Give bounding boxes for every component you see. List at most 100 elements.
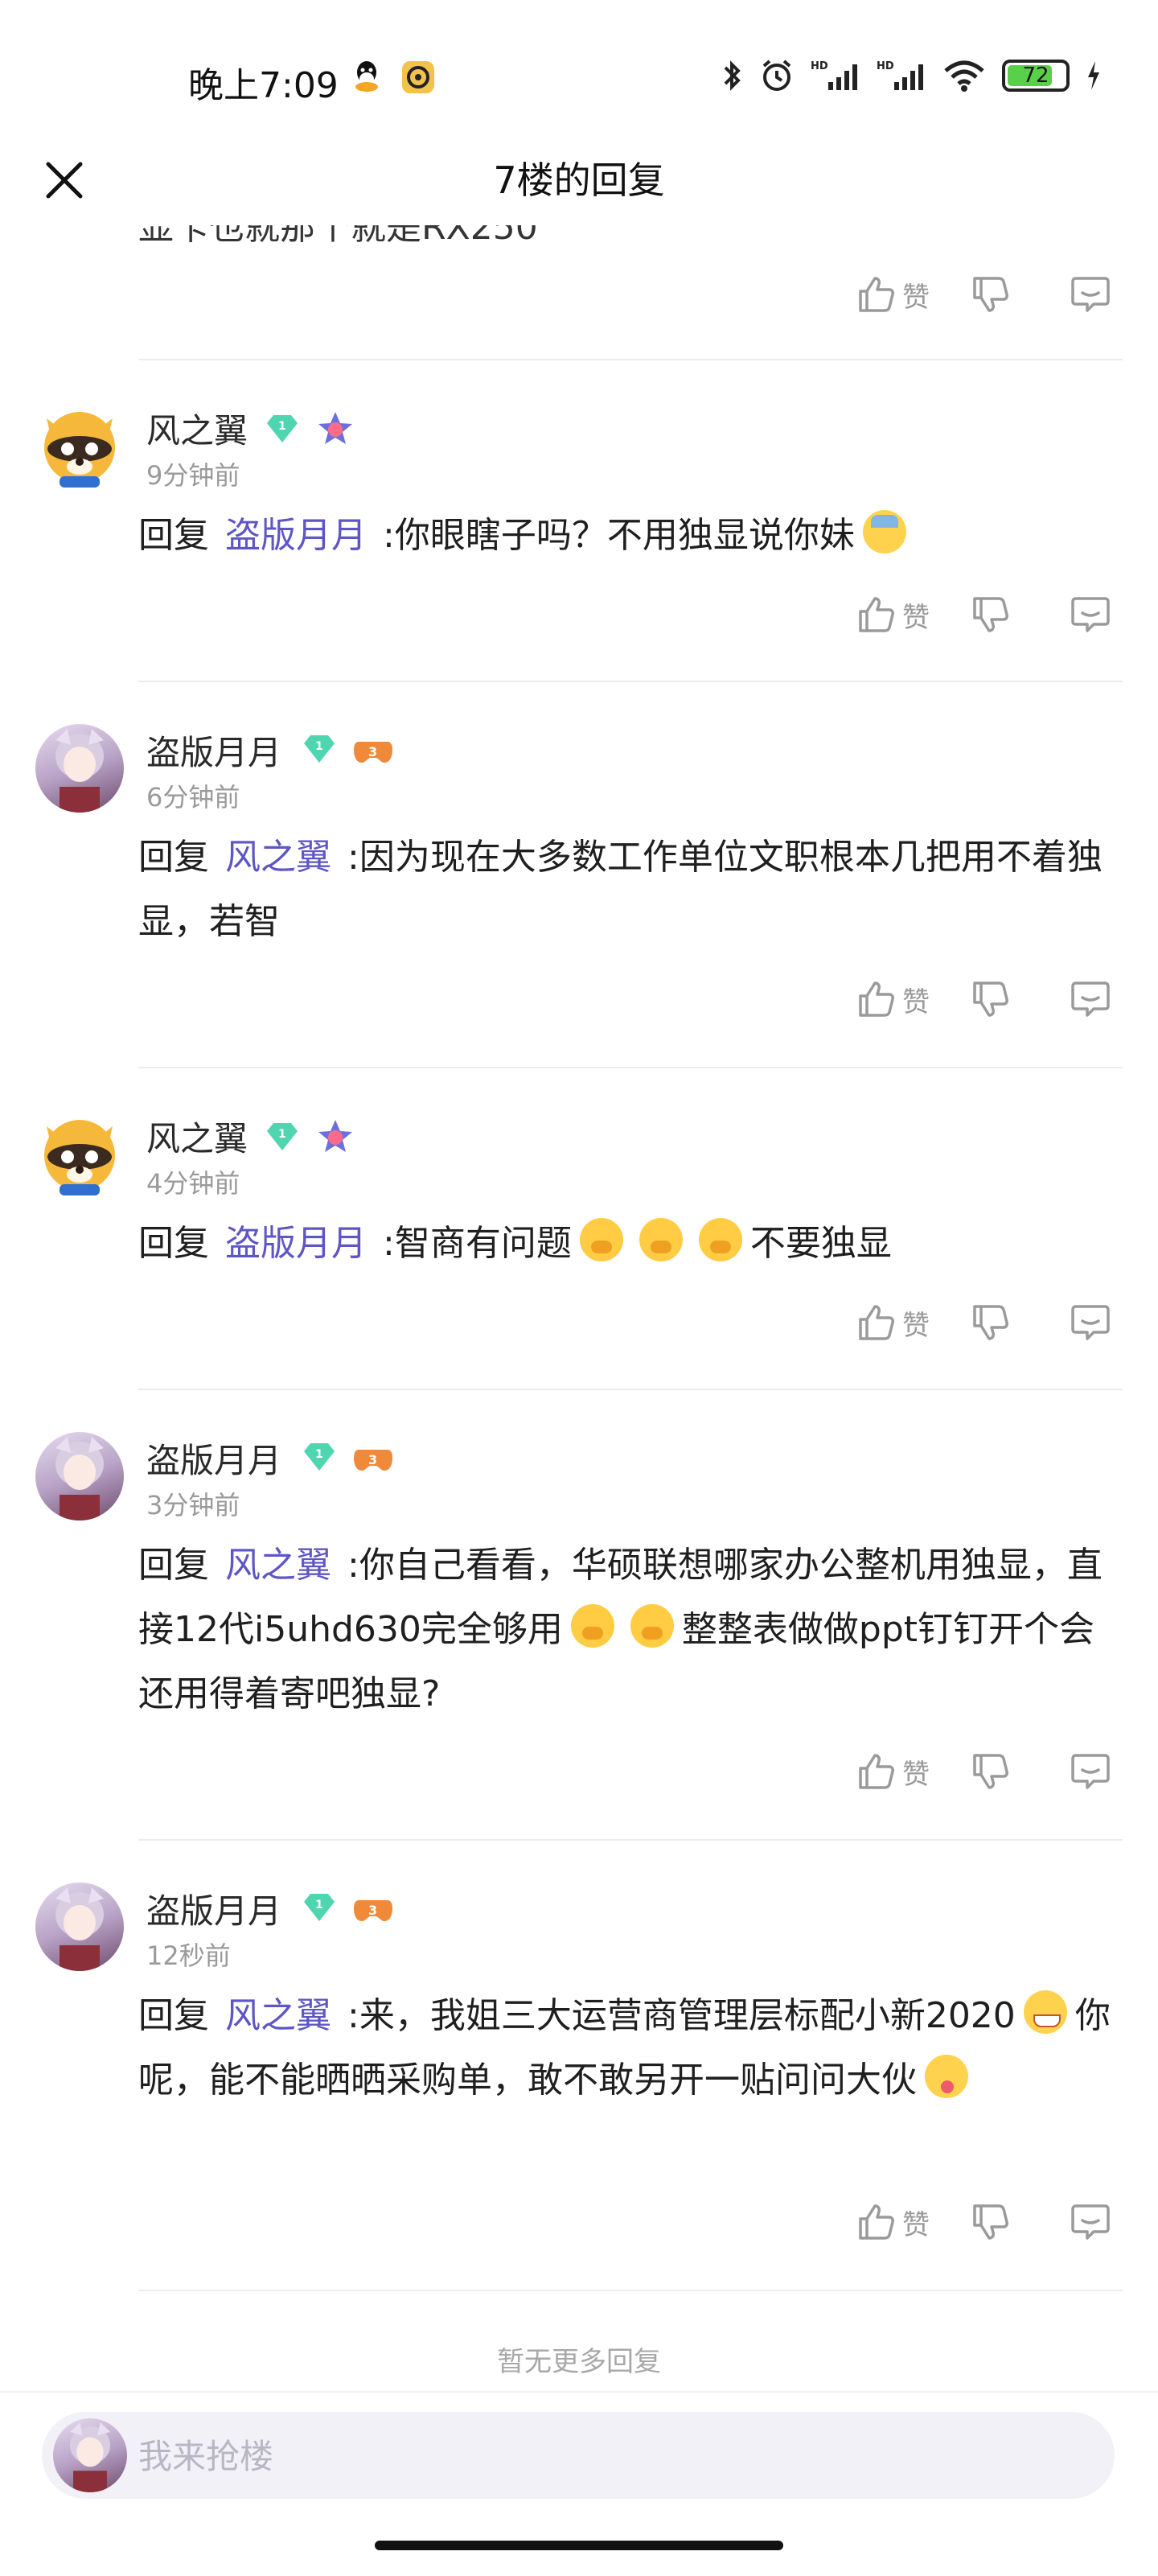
username[interactable]: 盗版月月 [146, 726, 281, 775]
dislike-button[interactable] [970, 978, 1012, 1020]
reply-item[interactable]: 风之翼 1 9分钟前 回复 盗版月月:你眼瞎子吗？不用独显说你妹 赞 [0, 360, 1158, 682]
user-badges: 1 [264, 410, 355, 447]
thumbs-up-icon [859, 1754, 894, 1789]
comment-button[interactable] [1070, 1751, 1111, 1792]
comment-icon [1071, 1305, 1110, 1340]
thumbs-down-icon [973, 981, 1008, 1017]
partial-comment: 显卡也就那个就是RX250 赞 [0, 222, 1158, 359]
status-time: 晚上7:09 [188, 65, 339, 106]
like-label: 赞 [902, 1309, 930, 1342]
reply-word: 回复 [138, 515, 209, 556]
username[interactable]: 盗版月月 [146, 1434, 281, 1483]
like-label: 赞 [902, 2208, 930, 2241]
reply-text: 回复 风之翼:因为现在大多数工作单位文职根本几把用不着独显，若智 [138, 825, 1123, 954]
game-badge-icon: 3 [354, 1450, 392, 1471]
dislike-button[interactable] [970, 594, 1012, 636]
bluetooth-icon [721, 58, 743, 93]
cover-mouth-emoji [570, 1604, 614, 1648]
like-label: 赞 [902, 601, 930, 634]
reply-input[interactable] [137, 2426, 1089, 2486]
qq-icon [352, 60, 381, 95]
reply-content: :你眼瞎子吗？不用独显说你妹 [383, 515, 855, 556]
reply-input-pill[interactable] [42, 2412, 1115, 2499]
reply-item[interactable]: 盗版月月 1 3 12秒前 回复 风之翼:来，我姐三大运营商管理层标配小新2020… [0, 1841, 1158, 2291]
thumbs-up-icon [859, 981, 894, 1017]
timestamp: 3分钟前 [146, 1490, 240, 1520]
comment-button[interactable] [1070, 2201, 1111, 2243]
reply-text: 回复 风之翼:来，我姐三大运营商管理层标配小新2020 你呢，能不能晒晒采购单，敢不… [138, 1984, 1123, 2113]
thumbs-down-icon [973, 277, 1008, 312]
reply-content: :智商有问题 [383, 1223, 572, 1264]
user-badges: 1 [264, 1118, 355, 1155]
thumbs-down-icon [973, 2204, 1008, 2240]
reply-content: :来，我姐三大运营商管理层标配小新2020 [347, 1995, 1016, 2036]
mention-link[interactable]: 风之翼 [225, 837, 331, 878]
svg-text:1: 1 [315, 740, 323, 753]
reply-text: 回复 风之翼:你自己看看，华硕联想哪家办公整机用独显，直接12代i5uhd630完… [138, 1533, 1123, 1726]
avatar[interactable] [35, 724, 124, 813]
dislike-button[interactable] [970, 1302, 1012, 1344]
home-indicator[interactable] [375, 2541, 783, 2550]
cover-mouth-emoji [698, 1218, 742, 1261]
like-button[interactable]: 赞 [856, 978, 930, 1020]
comment-actions: 赞 [856, 978, 1111, 1020]
battery-icon: 72 [1002, 58, 1070, 93]
comment-button[interactable] [1070, 594, 1111, 636]
like-button[interactable]: 赞 [856, 1302, 930, 1344]
svg-text:1: 1 [278, 1128, 286, 1141]
page-title: 7楼的回复 [493, 158, 665, 202]
dislike-button[interactable] [970, 2201, 1012, 2243]
cover-mouth-emoji [630, 1604, 674, 1648]
mention-link[interactable]: 风之翼 [225, 1995, 331, 2036]
like-button[interactable]: 赞 [856, 2201, 930, 2243]
mention-link[interactable]: 盗版月月 [225, 1223, 367, 1264]
reply-item[interactable]: 风之翼 1 4分钟前 回复 盗版月月:智商有问题 不要独显 赞 [0, 1068, 1158, 1390]
like-button[interactable]: 赞 [856, 594, 930, 636]
reply-item[interactable]: 盗版月月 1 3 6分钟前 回复 风之翼:因为现在大多数工作单位文职根本几把用不着… [0, 682, 1158, 1068]
thumbs-up-icon [859, 597, 894, 632]
level-gem-icon: 1 [304, 735, 335, 763]
thumbs-down-icon [973, 1754, 1008, 1789]
mention-link[interactable]: 风之翼 [225, 1545, 331, 1586]
mention-link[interactable]: 盗版月月 [225, 515, 367, 556]
alarm-icon [759, 58, 795, 93]
charging-icon [1086, 58, 1102, 93]
username[interactable]: 盗版月月 [146, 1884, 281, 1933]
sweat-emoji [862, 510, 906, 553]
comment-icon [1071, 981, 1110, 1017]
reply-text: 回复 盗版月月:智商有问题 不要独显 [138, 1212, 1123, 1276]
comment-button[interactable] [1070, 1302, 1111, 1344]
svg-text:3: 3 [368, 744, 377, 759]
game-badge-icon: 3 [354, 742, 392, 763]
user-badges: 1 3 [301, 732, 394, 766]
avatar[interactable] [35, 1110, 124, 1199]
username[interactable]: 风之翼 [146, 1112, 248, 1161]
cover-mouth-emoji [639, 1218, 683, 1261]
username[interactable]: 风之翼 [146, 404, 248, 453]
comment-button[interactable] [1070, 274, 1111, 315]
reply-list[interactable]: 显卡也就那个就是RX250 赞 风之翼 1 9分钟前 回复 盗版月月:你眼瞎子吗？… [0, 222, 1158, 2378]
divider [138, 2290, 1123, 2291]
avatar[interactable] [35, 402, 124, 491]
like-label: 赞 [902, 1758, 930, 1791]
reply-word: 回复 [138, 837, 209, 878]
svg-text:3: 3 [368, 1452, 377, 1467]
dislike-button[interactable] [970, 274, 1012, 315]
comment-actions: 赞 [856, 2201, 1111, 2243]
dislike-button[interactable] [970, 1751, 1012, 1792]
comment-button[interactable] [1070, 978, 1111, 1020]
level-gem-icon: 1 [304, 1894, 335, 1921]
comment-actions: 赞 [856, 1751, 1111, 1792]
svg-text:HD: HD [877, 60, 894, 72]
like-button[interactable]: 赞 [856, 274, 930, 315]
like-button[interactable]: 赞 [856, 1751, 930, 1792]
reply-input-bar [0, 2391, 1158, 2576]
timestamp: 6分钟前 [146, 782, 240, 813]
tongue-emoji [925, 2055, 968, 2098]
comment-icon [1071, 277, 1110, 312]
avatar[interactable] [35, 1883, 124, 1971]
avatar[interactable] [35, 1432, 124, 1520]
comment-icon [1071, 597, 1110, 632]
reply-item[interactable]: 盗版月月 1 3 3分钟前 回复 风之翼:你自己看看，华硕联想哪家办公整机用独显，… [0, 1390, 1158, 1841]
comment-actions: 赞 [856, 594, 1111, 636]
